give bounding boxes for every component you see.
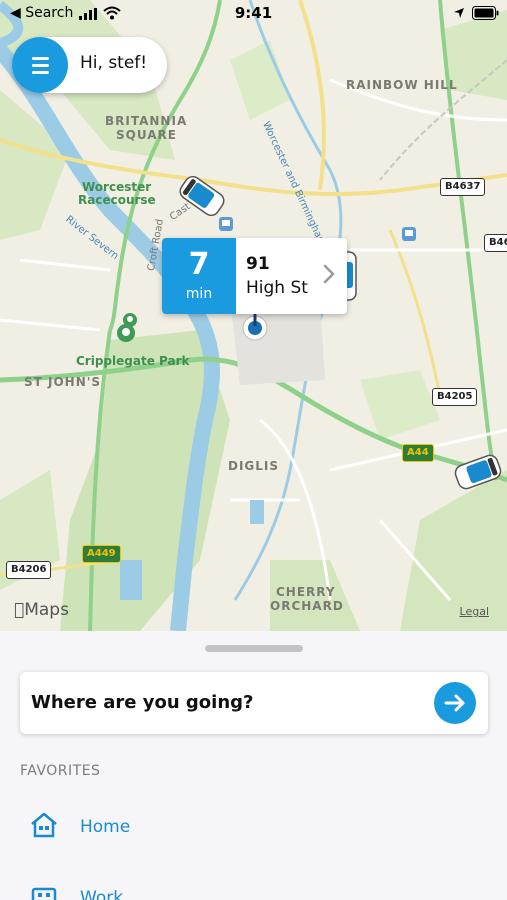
arrow-right-icon [444,694,465,712]
map-label-rainbow-hill: RAINBOW HILL [346,78,458,92]
eta-badge: 7 min [162,238,236,314]
park-tree-icon [117,324,135,342]
maps-brand-text: Maps [14,600,69,620]
hamburger-icon [31,56,49,60]
road-shield-a44: A44 [402,444,434,462]
map-label-orchard: ORCHARD [270,599,344,613]
road-shield-b4205: B4205 [432,388,478,406]
favorite-label: Home [80,817,131,837]
chevron-right-icon [323,264,335,284]
road-shield-b4206: B4206 [6,561,52,579]
favorite-item-work[interactable]: Work [30,879,470,900]
apple-logo-icon:  [14,600,24,620]
destination-prompt: Where are you going? [31,692,254,713]
taxi-car-icon [179,176,225,216]
menu-button[interactable] [12,37,68,93]
favorite-item-home[interactable]: Home [30,808,470,848]
map-label-cherry: CHERRY [276,585,336,599]
bus-stop-icon [219,217,233,231]
map-label-cripplegate: Cripplegate Park [76,354,190,368]
destination-search-field[interactable]: Where are you going? [20,672,488,734]
greeting-text: Hi, stef! [80,53,148,73]
map-label-square: SQUARE [116,128,177,142]
location-arrow-icon [454,8,464,18]
hamburger-icon-bar [31,63,49,67]
status-time: 9:41 [234,4,273,22]
pickup-address-street: High St [246,278,308,298]
sheet-drag-handle[interactable] [205,645,303,652]
go-button[interactable] [434,682,476,724]
taxi-car-icon [454,454,502,490]
greeting-pill: Hi, stef! [12,37,167,93]
home-icon [31,812,57,838]
map-label-diglis: DIGLIS [228,459,280,473]
pickup-address-number: 91 [246,254,270,274]
legal-link[interactable]: Legal [460,605,489,618]
map-view[interactable]: RAINBOW HILL BRITANNIA SQUARE Worcester … [0,0,507,631]
work-icon [31,887,57,900]
battery-icon [472,6,499,20]
map-label-racecourse-1: Worcester [82,180,152,194]
bottom-sheet: Where are you going? FAVORITES Home Work [0,631,507,900]
map-label-racecourse-2: Racecourse [78,193,156,207]
road-shield-b4637: B4637 [440,178,486,196]
favorites-heading: FAVORITES [20,763,101,779]
apple-maps-logo: Maps [14,600,69,620]
map-label-britannia: BRITANNIA [105,114,188,128]
pickup-callout[interactable]: 7 min 91 High St [162,238,347,314]
map-label-st-johns: ST JOHN'S [24,375,102,389]
hamburger-icon-bar [31,70,49,74]
road-shield-b463: B463 [484,234,507,252]
bus-stop-icon [402,227,416,241]
eta-unit: min [185,286,213,302]
favorite-label: Work [80,888,124,900]
road-shield-a449: A449 [82,545,121,563]
eta-value: 7 [188,247,210,282]
status-bar: ◀ Search 9:41 [0,0,507,28]
pickup-location-pin-icon [242,312,268,341]
